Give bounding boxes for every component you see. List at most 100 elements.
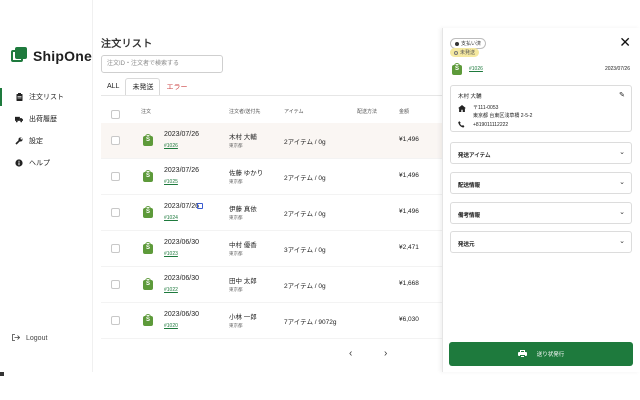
chevron-down-icon: ⌄	[619, 209, 625, 216]
sidebar: ShipOne 注文リスト 出荷履歴 設定 ヘルプ Logout	[0, 0, 92, 372]
home-icon	[458, 105, 466, 114]
print-label-text: 送り状発行	[536, 352, 565, 358]
tab-error[interactable]: エラー	[160, 78, 193, 95]
table-header: 注文 注文者/送付先 アイテム 配送方法 金額	[101, 104, 443, 119]
sidebar-item-orders[interactable]: 注文リスト	[0, 86, 92, 108]
logout-button[interactable]: Logout	[12, 334, 47, 343]
shopify-icon	[143, 206, 153, 218]
shopify-icon	[452, 63, 462, 75]
row-checkbox[interactable]	[111, 280, 120, 289]
customer-zip: 〒111-0053	[473, 105, 499, 111]
table-row[interactable]: 2023/07/26 #1024 伊藤 真依 東京都 2アイテム / 0g ¥1…	[101, 195, 443, 231]
row-checkbox[interactable]	[111, 136, 120, 145]
shopify-icon	[143, 134, 153, 146]
memo-icon[interactable]	[197, 203, 203, 209]
column-header-recipient: 注文者/送付先	[229, 109, 261, 115]
order-amount: ¥2,471	[399, 244, 419, 251]
recipient-prefecture: 東京都	[229, 143, 243, 148]
section-delivery-info[interactable]: 配送情報 ⌄	[450, 172, 632, 194]
order-number-link[interactable]: #1025	[164, 179, 178, 185]
recipient-prefecture: 東京都	[229, 251, 243, 256]
recipient-prefecture: 東京都	[229, 323, 243, 328]
section-label: 配送情報	[458, 183, 481, 189]
table-row[interactable]: 2023/06/30 #1023 中村 優香 東京都 3アイテム / 0g ¥2…	[101, 231, 443, 267]
order-list-main: 注文リスト ALL 未発送 エラー 注文 注文者/送付先 アイテム 配送方法 金…	[92, 0, 443, 372]
section-notes[interactable]: 備考情報 ⌄	[450, 202, 632, 224]
row-checkbox[interactable]	[111, 244, 120, 253]
pencil-icon[interactable]: ✎	[619, 91, 625, 99]
page-title: 注文リスト	[101, 39, 153, 50]
order-date: 2023/07/26	[164, 131, 200, 138]
recipient-prefecture: 東京都	[229, 287, 243, 292]
item-summary: 2アイテム / 0g	[284, 175, 326, 182]
table-row[interactable]: 2023/07/26 #1026 木村 大輔 東京都 2アイテム / 0g ¥1…	[101, 123, 443, 159]
order-search-input[interactable]	[101, 55, 223, 73]
shipping-status-badge: 未発送	[450, 48, 480, 57]
recipient-name: 佐藤 ゆかり	[229, 170, 264, 177]
recipient-name: 木村 大輔	[229, 134, 257, 141]
sidebar-item-label: 出荷履歴	[29, 116, 57, 123]
item-summary: 2アイテム / 0g	[284, 283, 326, 290]
section-shipping-items[interactable]: 発送アイテム ⌄	[450, 142, 632, 164]
window-corner	[0, 372, 4, 376]
sidebar-item-settings[interactable]: 設定	[0, 130, 92, 152]
item-summary: 2アイテム / 0g	[284, 139, 326, 146]
column-header-amount: 金額	[399, 109, 410, 115]
sidebar-item-shipping-history[interactable]: 出荷履歴	[0, 108, 92, 130]
row-checkbox[interactable]	[111, 316, 120, 325]
select-all-checkbox[interactable]	[111, 110, 120, 119]
table-row[interactable]: 2023/06/30 #1022 田中 太郎 東京都 2アイテム / 0g ¥1…	[101, 267, 443, 303]
pagination-next-button[interactable]: ›	[384, 348, 387, 359]
row-checkbox[interactable]	[111, 172, 120, 181]
order-date: 2023/06/30	[164, 239, 200, 246]
item-summary: 3アイテム / 0g	[284, 247, 326, 254]
close-icon[interactable]: ✕	[619, 35, 631, 49]
order-number-link[interactable]: #1026	[164, 143, 178, 149]
item-summary: 7アイテム / 9072g	[284, 319, 337, 326]
chevron-down-icon: ⌄	[619, 238, 625, 245]
tab-all[interactable]: ALL	[101, 78, 125, 95]
shopify-icon	[143, 278, 153, 290]
recipient-prefecture: 東京都	[229, 215, 243, 220]
shopify-icon	[143, 170, 153, 182]
hollow-dot-icon	[454, 50, 458, 55]
payment-status-label: 支払い済	[461, 41, 482, 47]
order-number-link[interactable]: #1023	[164, 251, 178, 257]
order-number-link[interactable]: #1020	[164, 323, 178, 329]
section-label: 備考情報	[458, 213, 481, 219]
recipient-name: 伊藤 真依	[229, 206, 257, 213]
pagination-prev-button[interactable]: ‹	[349, 348, 352, 359]
section-ship-from[interactable]: 発送元 ⌄	[450, 231, 632, 253]
column-header-items: アイテム	[284, 109, 304, 115]
order-date: 2023/06/30	[164, 311, 200, 318]
order-amount: ¥6,030	[399, 316, 419, 323]
order-amount: ¥1,496	[399, 208, 419, 215]
order-date: 2023/07/26	[164, 167, 200, 174]
logo-icon	[11, 47, 28, 64]
sidebar-item-help[interactable]: ヘルプ	[0, 152, 92, 174]
order-number-link[interactable]: #1024	[164, 215, 178, 221]
info-icon	[15, 159, 23, 167]
order-tabs: ALL 未発送 エラー	[101, 78, 193, 95]
recipient-name: 中村 優香	[229, 242, 257, 249]
column-header-method: 配送方法	[357, 109, 378, 115]
recipient-name: 小林 一郎	[229, 314, 257, 321]
shopify-icon	[143, 242, 153, 254]
table-row[interactable]: 2023/07/26 #1025 佐藤 ゆかり 東京都 2アイテム / 0g ¥…	[101, 159, 443, 195]
app-logo[interactable]: ShipOne	[11, 47, 92, 64]
order-number-link[interactable]: #1022	[164, 287, 178, 293]
order-detail-panel: 支払い済 未発送 ✕ #1026 2023/07/26 木村 大輔 ✎ 〒111…	[442, 28, 640, 372]
panel-order-link[interactable]: #1026	[469, 66, 483, 72]
table-row[interactable]: 2023/06/30 #1020 小林 一郎 東京都 7アイテム / 9072g…	[101, 303, 443, 339]
customer-phone: +819011112222	[473, 122, 509, 128]
row-checkbox[interactable]	[111, 208, 120, 217]
sidebar-item-label: 注文リスト	[29, 94, 64, 101]
sidebar-item-label: ヘルプ	[29, 160, 50, 167]
truck-icon	[15, 115, 23, 123]
logout-icon	[12, 334, 21, 343]
wrench-icon	[15, 137, 23, 145]
order-amount: ¥1,496	[399, 136, 419, 143]
tab-unshipped[interactable]: 未発送	[125, 78, 161, 95]
item-summary: 2アイテム / 0g	[284, 211, 326, 218]
print-label-button[interactable]: 送り状発行	[449, 342, 633, 366]
